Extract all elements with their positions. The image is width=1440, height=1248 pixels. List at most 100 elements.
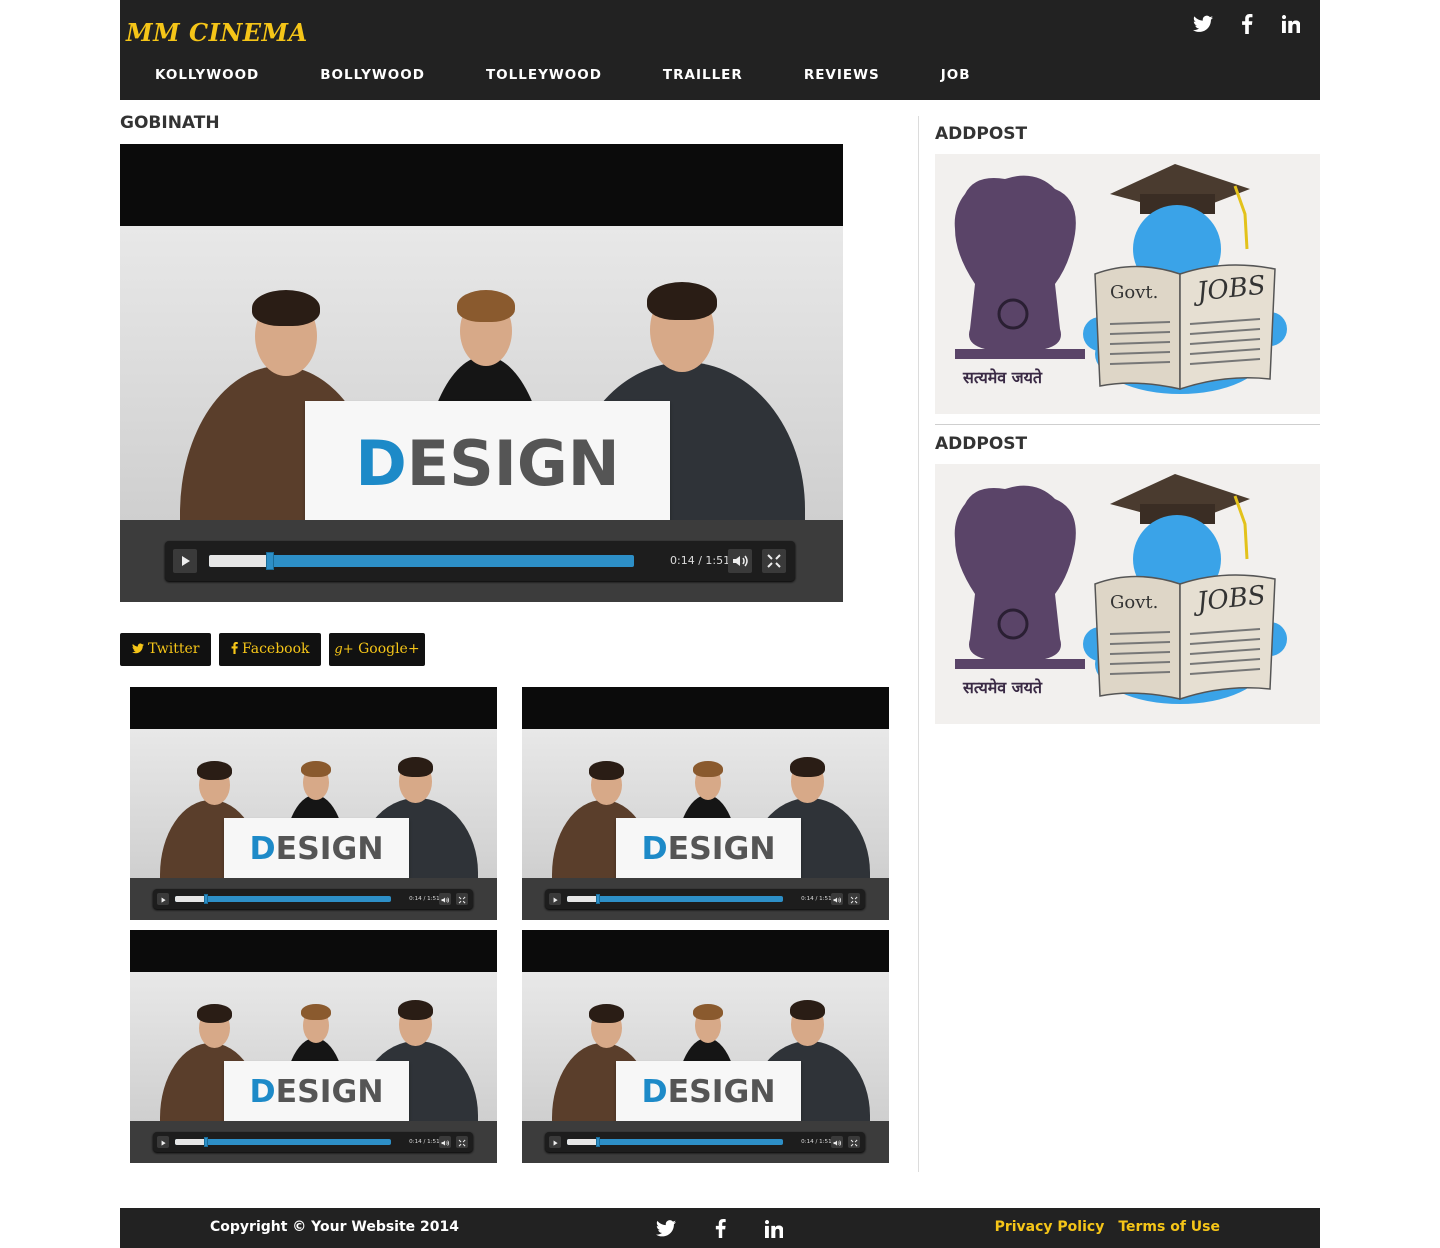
header-social-links	[1192, 10, 1302, 38]
share-facebook-button[interactable]: Facebook	[219, 633, 321, 666]
video-person-hair	[397, 757, 434, 777]
video-control-bar: 0:14 / 1:51	[522, 878, 889, 920]
main-nav: KOLLYWOOD BOLLYWOOD TOLLEYWOOD TRAILLER …	[120, 62, 971, 88]
progress-buffer	[175, 1138, 204, 1146]
fullscreen-icon[interactable]	[455, 892, 469, 906]
facebook-icon[interactable]	[708, 1215, 732, 1244]
video-controls: 0:14 / 1:51	[152, 888, 473, 910]
design-sign: DESIGN	[615, 817, 802, 878]
ad-banner[interactable]: Govt. JOBS सत्यमेव जयते	[935, 464, 1320, 724]
sign-letter-d: D	[249, 830, 276, 867]
ad-motto-text: सत्यमेव जयते	[963, 368, 1043, 387]
sign-text: ESIGN	[406, 427, 620, 500]
share-google-label: Google+	[358, 641, 420, 657]
related-video-4[interactable]: DESIGN 0:14 / 1:51	[522, 930, 889, 1163]
video-person-hair	[693, 761, 723, 778]
page-title: GOBINATH	[120, 113, 220, 133]
share-twitter-label: Twitter	[147, 641, 200, 657]
progress-handle[interactable]	[595, 894, 600, 904]
nav-item-tolleywood[interactable]: TOLLEYWOOD	[486, 62, 602, 88]
video-frame: DESIGN	[130, 972, 497, 1121]
progress-handle[interactable]	[203, 894, 208, 904]
related-video-3[interactable]: DESIGN 0:14 / 1:51	[130, 930, 497, 1163]
related-video-1[interactable]: DESIGN 0:14 / 1:51	[130, 687, 497, 920]
ad-separator	[935, 424, 1320, 425]
ad-motto-text: सत्यमेव जयते	[963, 678, 1043, 697]
nav-item-kollywood[interactable]: KOLLYWOOD	[155, 62, 259, 88]
video-control-bar: 0:14 / 1:51	[130, 1121, 497, 1163]
emblem-icon	[954, 485, 1085, 669]
footer-links: Privacy Policy Terms of Use	[995, 1219, 1220, 1235]
linkedin-icon[interactable]	[762, 1215, 786, 1244]
progress-buffer	[175, 895, 204, 903]
volume-icon[interactable]	[438, 892, 451, 906]
play-button[interactable]	[173, 549, 197, 573]
share-google-button[interactable]: g+ Google+	[329, 633, 425, 666]
progress-handle[interactable]	[203, 1137, 208, 1147]
facebook-icon[interactable]	[1236, 10, 1258, 38]
footer-social-links	[654, 1215, 786, 1244]
volume-icon[interactable]	[830, 1135, 843, 1149]
play-button[interactable]	[156, 1135, 170, 1149]
video-person-hair	[197, 761, 232, 780]
nav-item-bollywood[interactable]: BOLLYWOOD	[320, 62, 425, 88]
video-person-hair	[647, 282, 717, 320]
time-display: 0:14 / 1:51	[801, 1138, 832, 1145]
volume-icon[interactable]	[438, 1135, 451, 1149]
video-person-hair	[789, 757, 826, 777]
progress-buffer	[209, 555, 266, 567]
video-person-hair	[301, 761, 331, 778]
site-footer: Copyright © Your Website 2014 Privacy Po…	[120, 1208, 1320, 1248]
facebook-icon	[231, 641, 242, 657]
video-frame: DESIGN	[522, 972, 889, 1121]
video-person-hair	[589, 761, 624, 780]
twitter-icon[interactable]	[654, 1215, 678, 1244]
sign-letter-d: D	[355, 427, 407, 500]
site-logo[interactable]: MM CINEMA	[126, 18, 308, 47]
nav-item-trailler[interactable]: TRAILLER	[663, 62, 743, 88]
video-frame: DESIGN	[130, 729, 497, 878]
video-person-hair	[457, 290, 515, 322]
play-button[interactable]	[548, 1135, 562, 1149]
design-sign: DESIGN	[223, 1060, 410, 1121]
fullscreen-icon[interactable]	[455, 1135, 469, 1149]
privacy-policy-link[interactable]: Privacy Policy	[995, 1219, 1105, 1235]
google-plus-icon: g+	[334, 642, 354, 657]
video-frame: DESIGN	[120, 226, 843, 520]
volume-icon[interactable]	[728, 549, 752, 573]
sign-text: ESIGN	[275, 1073, 384, 1110]
nav-item-job[interactable]: JOB	[941, 62, 971, 88]
progress-buffer	[567, 1138, 596, 1146]
terms-of-use-link[interactable]: Terms of Use	[1118, 1219, 1220, 1235]
fullscreen-icon[interactable]	[762, 549, 786, 573]
video-person-hair	[589, 1004, 624, 1023]
ad-title: ADDPOST	[935, 124, 1028, 144]
time-display: 0:14 / 1:51	[670, 554, 731, 567]
volume-icon[interactable]	[830, 892, 843, 906]
video-person-hair	[693, 1004, 723, 1021]
video-person-hair	[197, 1004, 232, 1023]
sign-letter-d: D	[641, 1073, 668, 1110]
ad-banner[interactable]: Govt. JOBS सत्यमेव जयते	[935, 154, 1320, 414]
fullscreen-icon[interactable]	[847, 1135, 861, 1149]
time-display: 0:14 / 1:51	[409, 895, 440, 902]
share-twitter-button[interactable]: Twitter	[120, 633, 211, 666]
time-display: 0:14 / 1:51	[801, 895, 832, 902]
sign-text: ESIGN	[667, 1073, 776, 1110]
linkedin-icon[interactable]	[1280, 10, 1302, 38]
emblem-icon	[954, 175, 1085, 359]
design-sign: DESIGN	[305, 401, 670, 520]
play-button[interactable]	[156, 892, 170, 906]
twitter-icon[interactable]	[1192, 10, 1214, 38]
video-person-hair	[301, 1004, 331, 1021]
video-person-hair	[789, 1000, 826, 1020]
fullscreen-icon[interactable]	[847, 892, 861, 906]
sign-letter-d: D	[249, 1073, 276, 1110]
progress-handle[interactable]	[595, 1137, 600, 1147]
video-control-bar: 0:14 / 1:51	[120, 520, 843, 602]
main-video-player[interactable]: DESIGN 0:14 / 1:51	[120, 144, 843, 602]
play-button[interactable]	[548, 892, 562, 906]
progress-handle[interactable]	[265, 552, 274, 570]
related-video-2[interactable]: DESIGN 0:14 / 1:51	[522, 687, 889, 920]
nav-item-reviews[interactable]: REVIEWS	[804, 62, 880, 88]
